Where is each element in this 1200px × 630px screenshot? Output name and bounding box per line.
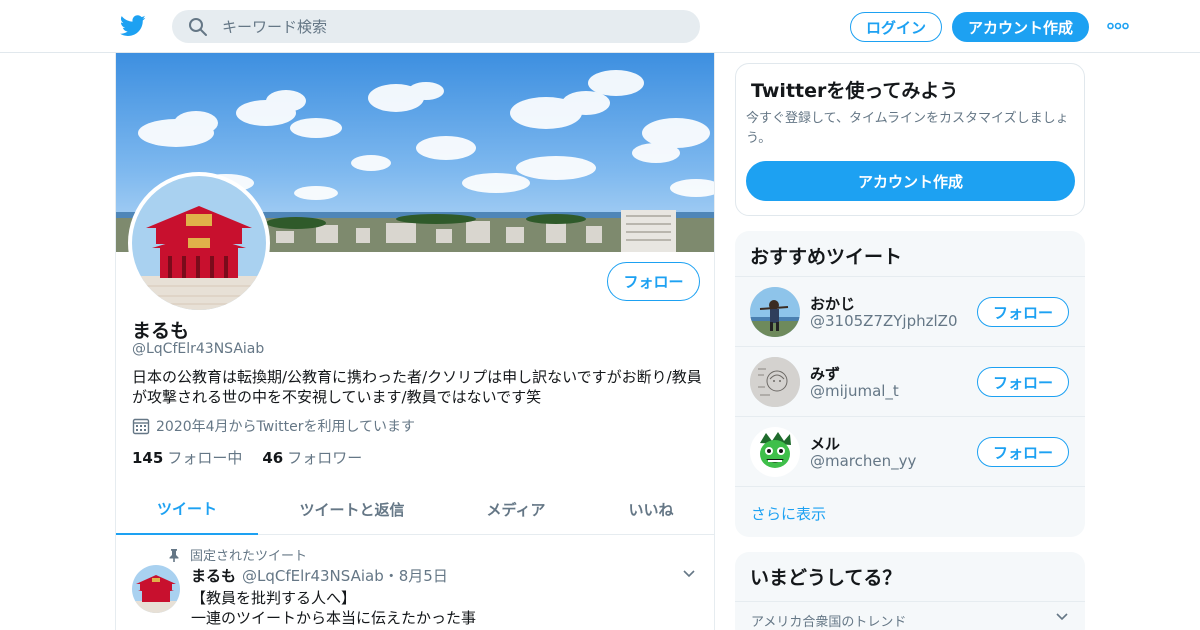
tweet-author-handle[interactable]: @LqCfElr43NSAiab (242, 567, 384, 585)
user-handle[interactable]: @mijumal_t (810, 382, 899, 400)
show-more-row: さらに表示 (735, 486, 1085, 537)
search-icon (189, 18, 207, 36)
tab-tweets[interactable]: ツイート (116, 483, 258, 535)
more-options-icon[interactable] (1107, 20, 1129, 32)
tweet-header: まるも @LqCfElr43NSAiab ・ 8月5日 (191, 565, 448, 586)
tab-tweets-and-replies[interactable]: ツイートと返信 (280, 483, 424, 535)
user-avatar[interactable] (750, 357, 800, 407)
profile-join-date: 2020年4月からTwitterを利用しています (132, 416, 415, 436)
user-name[interactable]: みず (810, 363, 840, 384)
followers-count: 46 (262, 449, 284, 467)
top-navigation-bar: ログイン アカウント作成 (0, 0, 1200, 53)
login-button[interactable]: ログイン (850, 12, 942, 42)
tab-media[interactable]: メディア (466, 483, 566, 535)
recommended-user[interactable]: メル @marchen_yy フォロー (735, 416, 1085, 486)
follow-button[interactable]: フォロー (977, 437, 1069, 467)
recommended-accounts-card: おすすめツイート おかじ @3105Z7ZYjphzlZ0 フォロー みず @m… (735, 231, 1085, 537)
following-label: フォロー中 (167, 449, 243, 467)
show-more-link[interactable]: さらに表示 (751, 503, 826, 524)
profile-tabs: ツイート ツイートと返信 メディア いいね (116, 483, 714, 535)
recommended-user[interactable]: おかじ @3105Z7ZYjphzlZ0 フォロー (735, 276, 1085, 346)
trends-location: アメリカ合衆国のトレンド (751, 615, 907, 630)
follow-button[interactable]: フォロー (607, 262, 700, 301)
join-date-text: 2020年4月からTwitterを利用しています (156, 419, 416, 435)
tweet-author-name[interactable]: まるも (191, 565, 236, 586)
user-handle[interactable]: @marchen_yy (810, 452, 916, 470)
following-stat[interactable]: 145 フォロー中 (132, 447, 242, 468)
shuri-castle-thumbnail-image (132, 565, 180, 613)
trends-location-row[interactable]: アメリカ合衆国のトレンド (735, 601, 1085, 630)
profile-bio: 日本の公教育は転換期/公教育に携わった者/クソリプは申し訳ないですがお断り/教員… (132, 368, 702, 406)
user-handle[interactable]: @3105Z7ZYjphzlZ0 (810, 312, 958, 330)
calendar-icon (132, 418, 150, 435)
user-avatar[interactable] (750, 287, 800, 337)
signup-card-title: Twitterを使ってみよう (751, 80, 959, 102)
signup-button[interactable]: アカウント作成 (952, 12, 1089, 42)
tweet-text-line-2: 一連のツイートから本当に伝えたかった事 (191, 609, 477, 627)
tweet-separator: ・ (383, 567, 399, 585)
tab-likes[interactable]: いいね (606, 483, 696, 535)
pin-icon (169, 548, 179, 562)
signup-card-subtitle: 今すぐ登録して、タイムラインをカスタマイズしましょう。 (746, 111, 1069, 146)
mizu-avatar-image (750, 357, 800, 407)
okaji-avatar-image (750, 287, 800, 337)
meru-avatar-image (750, 427, 800, 477)
pinned-indicator: 固定されたツイート (168, 545, 307, 564)
recommended-title: おすすめツイート (750, 246, 903, 268)
search-input[interactable] (222, 10, 682, 43)
user-name[interactable]: メル (810, 433, 840, 454)
profile-stats: 145 フォロー中 46 フォロワー (132, 447, 382, 468)
chevron-down-icon[interactable] (1055, 612, 1069, 622)
following-count: 145 (132, 449, 164, 467)
shuri-castle-avatar-image (132, 176, 266, 310)
recommended-user[interactable]: みず @mijumal_t フォロー (735, 346, 1085, 416)
tweet-text-line-1: 【教員を批判する人へ】 (191, 589, 357, 607)
profile-name: まるも (132, 320, 190, 342)
user-avatar[interactable] (750, 427, 800, 477)
trends-card: いまどうしてる？ アメリカ合衆国のトレンド (735, 552, 1085, 630)
pinned-tweet[interactable]: 固定されたツイート まるも @LqCfElr43NSAiab ・ 8月5日 【教… (116, 535, 714, 630)
search-box[interactable] (172, 10, 700, 43)
pinned-label: 固定されたツイート (190, 549, 308, 564)
tweet-date[interactable]: 8月5日 (399, 565, 448, 586)
trends-title: いまどうしてる？ (750, 567, 902, 589)
profile-handle: @LqCfElr43NSAiab (132, 341, 265, 357)
profile-avatar[interactable] (128, 172, 270, 314)
followers-label: フォロワー (287, 449, 363, 467)
signup-card-button[interactable]: アカウント作成 (746, 161, 1075, 201)
signup-card: Twitterを使ってみよう 今すぐ登録して、タイムラインをカスタマイズしましょ… (735, 63, 1085, 216)
chevron-down-icon[interactable] (682, 569, 696, 579)
tweet-avatar[interactable] (132, 565, 180, 613)
user-name[interactable]: おかじ (810, 293, 855, 314)
twitter-bird-logo-icon[interactable] (120, 14, 146, 38)
follow-button[interactable]: フォロー (977, 367, 1069, 397)
profile-column: フォロー まるも @LqCfElr43NSAiab 日本の公教育は転換期/公教育… (115, 53, 715, 630)
followers-stat[interactable]: 46 フォロワー (262, 447, 362, 468)
follow-button[interactable]: フォロー (977, 297, 1069, 327)
